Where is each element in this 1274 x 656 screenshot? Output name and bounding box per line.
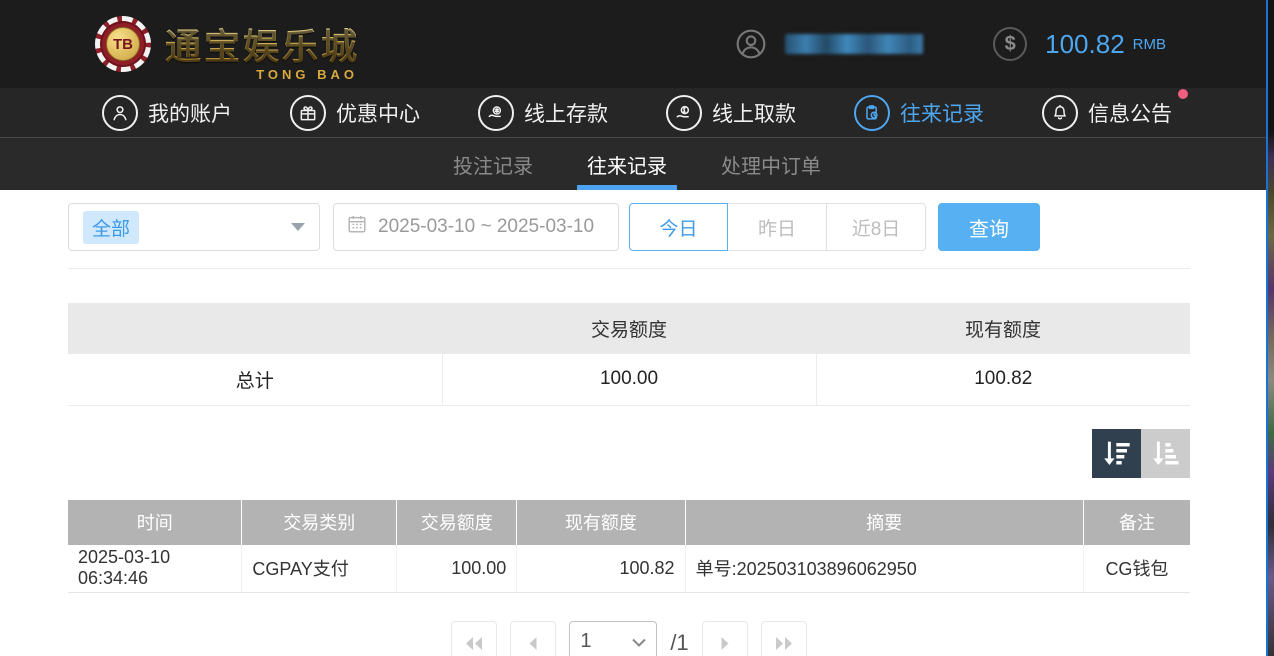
record-tabs: 投注记录 往来记录 处理中订单 bbox=[0, 138, 1274, 190]
date-range-value: 2025-03-10 ~ 2025-03-10 bbox=[378, 216, 594, 238]
top-header: TB 通宝娱乐城 TONG BAO $ 100.82 RMB bbox=[0, 0, 1274, 88]
nav-item-deposit[interactable]: 线上存款 bbox=[478, 95, 608, 131]
sort-controls bbox=[68, 429, 1190, 478]
summary-total-row: 总计 100.00 100.82 bbox=[68, 354, 1190, 405]
background-window-sliver bbox=[1266, 0, 1274, 656]
quick-date-button-group: 今日 昨日 近8日 bbox=[629, 203, 926, 251]
selected-type-chip: 全部 bbox=[83, 211, 139, 244]
transactions-header-row: 时间 交易类别 交易额度 现有额度 摘要 备注 bbox=[68, 500, 1190, 545]
nav-item-withdraw[interactable]: 线上取款 bbox=[666, 95, 796, 131]
sort-descending-button[interactable] bbox=[1092, 429, 1141, 478]
main-nav: 我的账户 优惠中心 线上存款 线上取款 往来记录 信息公告 bbox=[0, 88, 1274, 138]
today-button[interactable]: 今日 bbox=[629, 203, 728, 251]
double-chevron-left-icon bbox=[463, 636, 485, 651]
search-button[interactable]: 查询 bbox=[938, 203, 1040, 251]
cell-transaction-amount: 100.00 bbox=[397, 545, 517, 593]
summary-table: 交易额度 现有额度 总计 100.00 100.82 bbox=[68, 303, 1190, 406]
site-logo[interactable]: TB 通宝娱乐城 TONG BAO bbox=[95, 16, 360, 72]
page-number-select[interactable]: 1 bbox=[569, 621, 657, 656]
cell-transaction-type: CGPAY支付 bbox=[242, 545, 397, 593]
chip-monogram: TB bbox=[106, 27, 140, 61]
last-page-button[interactable] bbox=[761, 621, 807, 656]
double-chevron-right-icon bbox=[773, 636, 795, 651]
cell-time: 2025-03-10 06:34:46 bbox=[68, 545, 242, 593]
summary-header-row: 交易额度 现有额度 bbox=[68, 303, 1190, 354]
header-time: 时间 bbox=[68, 500, 242, 545]
summary-transaction-amount: 100.00 bbox=[442, 354, 816, 405]
calendar-icon bbox=[346, 213, 368, 241]
chevron-right-icon bbox=[714, 636, 736, 651]
header-current-amount: 现有额度 bbox=[517, 500, 685, 545]
current-page-value: 1 bbox=[580, 630, 591, 653]
filter-bar: 全部 2025-03-10 ~ 2025-03-10 今日 昨日 近8日 查询 bbox=[68, 203, 1190, 269]
coin-icon: $ bbox=[993, 27, 1027, 61]
nav-item-my-account[interactable]: 我的账户 bbox=[102, 95, 232, 131]
pagination: 1 /1 bbox=[68, 621, 1190, 656]
user-icon bbox=[102, 95, 138, 131]
gift-icon bbox=[290, 95, 326, 131]
user-avatar-icon bbox=[735, 28, 767, 60]
tab-pending-orders[interactable]: 处理中订单 bbox=[717, 138, 825, 190]
nav-item-transaction-records[interactable]: 往来记录 bbox=[854, 95, 984, 131]
yesterday-button[interactable]: 昨日 bbox=[728, 203, 827, 251]
header-summary: 摘要 bbox=[685, 500, 1083, 545]
bell-icon bbox=[1042, 95, 1078, 131]
header-transaction-amount: 交易额度 bbox=[397, 500, 517, 545]
chevron-down-icon bbox=[632, 630, 646, 653]
sort-ascending-button[interactable] bbox=[1141, 429, 1190, 478]
previous-page-button[interactable] bbox=[510, 621, 556, 656]
summary-header-current-amount: 现有额度 bbox=[816, 303, 1190, 354]
tab-transaction-records[interactable]: 往来记录 bbox=[583, 138, 671, 190]
chevron-left-icon bbox=[522, 636, 544, 651]
table-row: 2025-03-10 06:34:46 CGPAY支付 100.00 100.8… bbox=[68, 545, 1190, 593]
withdraw-icon bbox=[666, 95, 702, 131]
poker-chip-icon: TB bbox=[95, 16, 151, 72]
tab-bet-records[interactable]: 投注记录 bbox=[449, 138, 537, 190]
cell-note: CG钱包 bbox=[1083, 545, 1190, 593]
currency-label: RMB bbox=[1133, 36, 1166, 53]
header-transaction-type: 交易类别 bbox=[242, 500, 397, 545]
next-page-button[interactable] bbox=[702, 621, 748, 656]
cell-summary: 单号:202503103896062950 bbox=[685, 545, 1083, 593]
summary-header-empty bbox=[68, 303, 442, 354]
site-title: 通宝娱乐城 bbox=[165, 18, 360, 70]
nav-item-promotions[interactable]: 优惠中心 bbox=[290, 95, 420, 131]
site-subtitle: TONG BAO bbox=[256, 67, 358, 82]
last-8-days-button[interactable]: 近8日 bbox=[827, 203, 926, 251]
nav-item-announcements[interactable]: 信息公告 bbox=[1042, 95, 1172, 131]
total-pages-label: /1 bbox=[670, 621, 688, 656]
first-page-button[interactable] bbox=[451, 621, 497, 656]
content-area: 全部 2025-03-10 ~ 2025-03-10 今日 昨日 近8日 查询 … bbox=[0, 190, 1274, 656]
notification-dot bbox=[1178, 89, 1188, 99]
sort-descending-icon bbox=[1101, 437, 1133, 469]
chevron-down-icon bbox=[291, 223, 305, 231]
cell-current-amount: 100.82 bbox=[517, 545, 685, 593]
summary-total-label: 总计 bbox=[68, 354, 442, 405]
sort-ascending-icon bbox=[1150, 437, 1182, 469]
balance-amount[interactable]: 100.82 bbox=[1045, 29, 1125, 60]
header-note: 备注 bbox=[1083, 500, 1190, 545]
summary-current-amount: 100.82 bbox=[816, 354, 1190, 405]
transactions-table: 时间 交易类别 交易额度 现有额度 摘要 备注 2025-03-10 06:34… bbox=[68, 500, 1190, 594]
summary-header-transaction-amount: 交易额度 bbox=[442, 303, 816, 354]
transaction-type-select[interactable]: 全部 bbox=[68, 203, 320, 251]
records-icon bbox=[854, 95, 890, 131]
date-range-input[interactable]: 2025-03-10 ~ 2025-03-10 bbox=[333, 203, 619, 251]
username-blurred[interactable] bbox=[785, 34, 923, 54]
deposit-icon bbox=[478, 95, 514, 131]
